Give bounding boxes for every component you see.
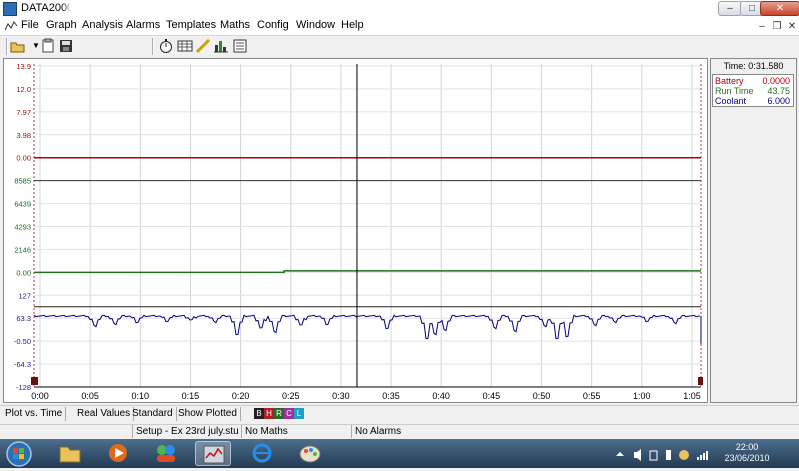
x-tick-label: 0:40 (432, 391, 450, 401)
menu-graph[interactable]: Graph (46, 19, 77, 31)
menu-file[interactable]: File (21, 19, 39, 31)
y-tick-label: 7.97 (16, 108, 31, 117)
ruler-icon[interactable] (195, 38, 211, 54)
y-tick-label: 3.98 (16, 131, 31, 140)
menu-analysis[interactable]: Analysis (82, 19, 123, 31)
stopwatch-icon[interactable] (158, 38, 174, 54)
series-value: 43.75 (767, 86, 790, 96)
y-tick-label: 12.0 (16, 85, 31, 94)
x-tick-label: 0:00 (31, 391, 49, 401)
list-report-icon[interactable] (232, 38, 248, 54)
y-tick-label: -64.3 (14, 360, 31, 369)
clock-time: 22:00 (735, 442, 759, 452)
mdi-close-button[interactable]: ✕ (785, 20, 799, 33)
toolbar-grip (6, 38, 8, 55)
mdi-minimize-button[interactable]: – (755, 20, 769, 33)
toolbar (0, 36, 799, 57)
cursor-time-readout: Time: 0:31.580 (723, 61, 784, 71)
x-tick-label: 0:35 (382, 391, 400, 401)
series-value: 0.0000 (762, 76, 790, 86)
x-tick-label: 1:05 (683, 391, 701, 401)
messenger-taskbar-icon[interactable] (148, 441, 184, 466)
save-icon[interactable] (58, 38, 74, 54)
status-plot-mode[interactable]: Plot vs. Time (2, 407, 67, 421)
mdi-restore-button[interactable]: ❐ (770, 20, 784, 33)
coolant-series-line (33, 314, 701, 340)
maths-status-label: No Maths (241, 425, 288, 438)
y-tick-label: 6439 (14, 200, 31, 209)
y-tick-label: -128 (16, 383, 31, 392)
media-player-taskbar-icon[interactable] (100, 441, 136, 466)
x-tick-label: 0:55 (583, 391, 601, 401)
data2000-taskbar-icon[interactable] (195, 441, 231, 466)
x-tick-label: 0:20 (232, 391, 250, 401)
series-name: Run Time (715, 86, 754, 96)
x-tick-label: 0:30 (332, 391, 350, 401)
badge-l[interactable]: L (294, 408, 304, 419)
series-name: Coolant (715, 96, 747, 106)
clipboard-icon[interactable] (40, 38, 56, 54)
toolbar-separator (152, 38, 154, 55)
status-show-plotted[interactable]: Show Plotted (175, 407, 241, 421)
badge-r[interactable]: R (274, 408, 284, 419)
setup-file-label: Setup - Ex 23rd july.stu (132, 425, 239, 438)
series-name: Battery (715, 76, 744, 86)
title-redacted-area (70, 3, 255, 15)
y-tick-label: 127 (18, 291, 31, 300)
y-tick-label: 4293 (14, 223, 31, 232)
minimize-button[interactable]: – (718, 1, 742, 16)
table-icon[interactable] (177, 38, 193, 54)
y-tick-label: -0.50 (14, 337, 31, 346)
bar-chart-icon[interactable] (213, 38, 229, 54)
y-tick-label: 8585 (14, 177, 31, 186)
x-tick-label: 0:10 (132, 391, 150, 401)
system-tray-icons[interactable] (612, 448, 712, 462)
x-tick-label: 1:00 (633, 391, 651, 401)
clock-date: 23/06/2010 (724, 453, 770, 463)
mdi-child-icon[interactable] (4, 20, 18, 32)
y-tick-label: 0.00 (16, 154, 31, 163)
y-tick-label: 0.00 (16, 268, 31, 277)
menu-help[interactable]: Help (341, 19, 364, 31)
y-tick-label: 63.3 (16, 314, 31, 323)
menu-window[interactable]: Window (296, 19, 335, 31)
status-standard[interactable]: Standard (129, 407, 177, 421)
plot-canvas[interactable]: 0:00 0:05 0:10 0:15 0:20 0:25 0:30 0:35 0:40 0:45… (4, 59, 707, 402)
x-tick-label: 0:15 (182, 391, 200, 401)
y-tick-label: 2146 (14, 245, 31, 254)
internet-explorer-taskbar-icon[interactable] (244, 441, 280, 466)
end-marker (698, 377, 703, 385)
alarms-status-label: No Alarms (351, 425, 401, 438)
start-marker (31, 377, 38, 385)
clock[interactable]: 22:00 23/06/2010 (716, 442, 778, 464)
x-tick-label: 0:50 (533, 391, 551, 401)
menu-maths[interactable]: Maths (220, 19, 250, 31)
series-value: 6.000 (767, 96, 790, 106)
readout-row-run-time[interactable]: Run Time 43.75 (714, 86, 792, 96)
x-tick-label: 0:45 (483, 391, 501, 401)
explorer-taskbar-icon[interactable] (52, 441, 88, 466)
menu-config[interactable]: Config (257, 19, 289, 31)
open-folder-icon[interactable] (10, 38, 26, 54)
x-tick-label: 0:05 (81, 391, 99, 401)
badge-b[interactable]: B (254, 408, 264, 419)
readout-panel (710, 58, 797, 403)
close-button[interactable]: ✕ (760, 1, 799, 16)
x-tick-label: 0:25 (282, 391, 300, 401)
readout-row-coolant[interactable]: Coolant 6.000 (714, 96, 792, 106)
start-button[interactable] (4, 440, 34, 468)
paint-taskbar-icon[interactable] (292, 441, 328, 466)
y-tick-label: 13.9 (16, 62, 31, 71)
badge-c[interactable]: C (284, 408, 294, 419)
menu-alarms[interactable]: Alarms (126, 19, 160, 31)
badge-h[interactable]: H (264, 408, 274, 419)
plot-area[interactable]: 0:00 0:05 0:10 0:15 0:20 0:25 0:30 0:35 0:40 0:45… (3, 58, 708, 403)
app-icon[interactable] (3, 2, 17, 16)
menu-templates[interactable]: Templates (166, 19, 216, 31)
status-value-mode[interactable]: Real Values (74, 407, 135, 421)
readout-row-battery[interactable]: Battery 0.0000 (714, 76, 792, 86)
